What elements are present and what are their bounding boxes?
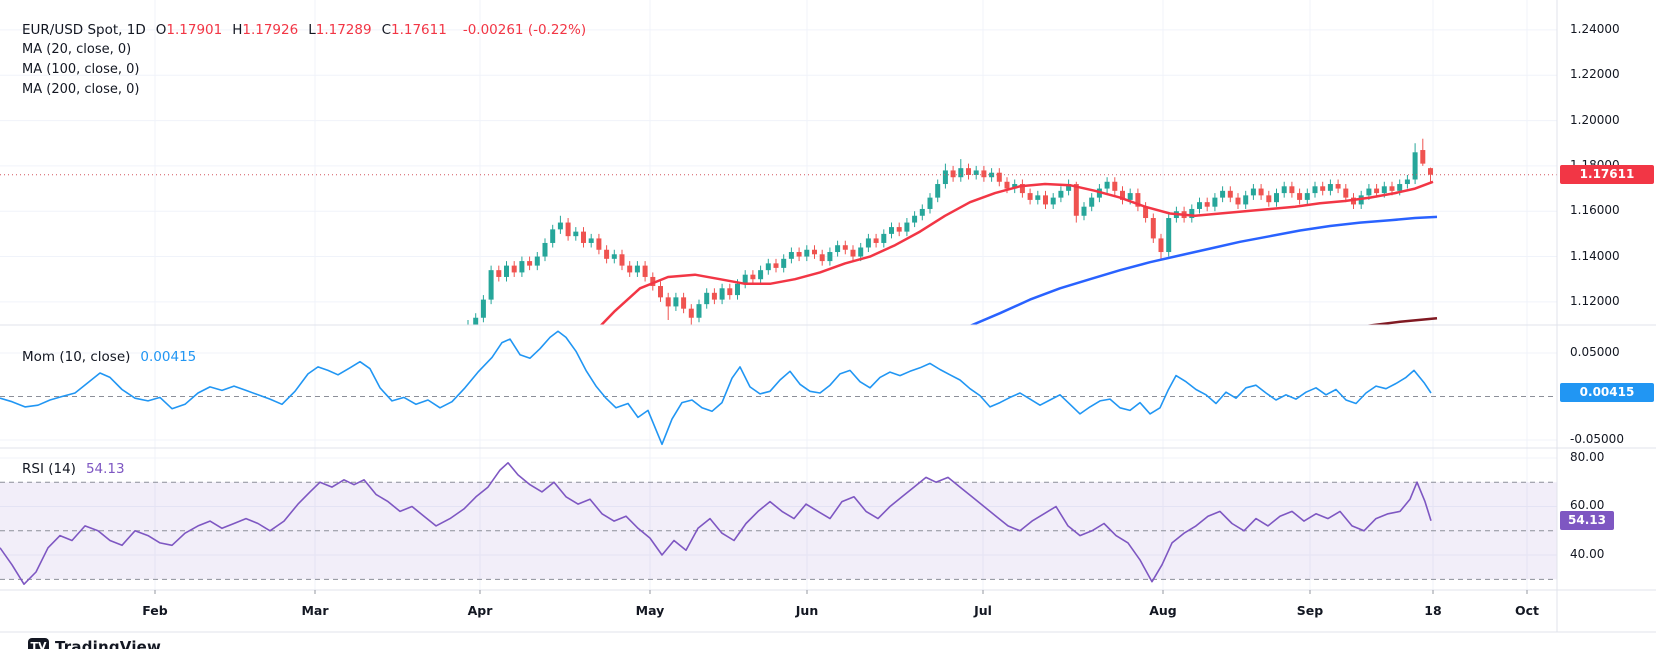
- ma100-legend-row[interactable]: MA (100, close, 0): [22, 60, 586, 80]
- price-tick-label: 1.22000: [1570, 67, 1620, 82]
- last-price-badge: 1.17611: [1560, 165, 1654, 185]
- rsi-badge: 54.13: [1560, 511, 1614, 531]
- time-label-jun: Jun: [795, 603, 819, 618]
- time-label-mar: Mar: [301, 603, 329, 618]
- ma200-label: MA (200, close, 0): [22, 82, 140, 97]
- rsi-label: RSI (14): [22, 461, 76, 477]
- price-change: -0.00261 (-0.22%): [462, 22, 587, 38]
- rsi-tick-label: 80.00: [1570, 449, 1605, 464]
- time-label-oct: Oct: [1514, 603, 1540, 618]
- time-label-apr: Apr: [467, 603, 493, 618]
- time-label-18: 18: [1424, 603, 1442, 618]
- symbol-title: EUR/USD Spot, 1D: [22, 22, 146, 38]
- momentum-line: [0, 330, 1432, 446]
- ohlc-pair: O1.17901: [155, 22, 223, 38]
- symbol-legend-row[interactable]: EUR/USD Spot, 1D O1.17901 H1.17926 L1.17289…: [22, 20, 586, 40]
- ma-line-ma-20: [599, 180, 1434, 325]
- tradingview-mark-icon: TV: [28, 638, 49, 649]
- ohlc-values: O1.17901 H1.17926 L1.17289 C1.17611 -0.00261…: [156, 22, 586, 38]
- rsi-tick-label: 40.00: [1570, 547, 1605, 562]
- rsi-value: 54.13: [85, 461, 125, 477]
- ma20-legend-row[interactable]: MA (20, close, 0): [22, 40, 586, 60]
- trading-chart: EUR/USD Spot, 1D O1.17901 H1.17926 L1.17289…: [0, 0, 1656, 649]
- candle-series: [467, 138, 1433, 325]
- ohlc-pair: L1.17289: [308, 22, 372, 38]
- time-label-feb: Feb: [142, 603, 168, 618]
- ma-line-ma-100: [969, 215, 1438, 325]
- price-tick-label: 1.14000: [1570, 248, 1620, 263]
- rsi-legend-row[interactable]: RSI (14) 54.13: [22, 461, 125, 477]
- time-label-sep: Sep: [1296, 603, 1324, 618]
- price-tick-label: 1.12000: [1570, 293, 1620, 308]
- momentum-legend-row[interactable]: Mom (10, close) 0.00415: [22, 349, 196, 365]
- ma20-label: MA (20, close, 0): [22, 42, 132, 57]
- price-tick-label: 1.24000: [1570, 21, 1620, 36]
- ma100-label: MA (100, close, 0): [22, 62, 140, 77]
- time-label-aug: Aug: [1149, 603, 1177, 618]
- ohlc-pair: H1.17926: [232, 22, 299, 38]
- momentum-label: Mom (10, close): [22, 349, 131, 365]
- momentum-value: 0.00415: [140, 349, 197, 365]
- time-label-jul: Jul: [974, 603, 992, 618]
- mom-tick-label: -0.05000: [1570, 431, 1624, 446]
- price-tick-label: 1.20000: [1570, 112, 1620, 127]
- mom-tick-label: 0.05000: [1570, 345, 1620, 359]
- tradingview-logo[interactable]: TV TradingView: [28, 638, 161, 649]
- ohlc-pair: C1.17611: [381, 22, 447, 38]
- main-legend: EUR/USD Spot, 1D O1.17901 H1.17926 L1.17289…: [22, 20, 586, 100]
- tradingview-wordmark: TradingView: [55, 638, 162, 649]
- momentum-badge: 0.00415: [1560, 383, 1654, 403]
- ma200-legend-row[interactable]: MA (200, close, 0): [22, 80, 586, 100]
- time-label-may: May: [635, 603, 665, 618]
- price-tick-label: 1.16000: [1570, 203, 1620, 218]
